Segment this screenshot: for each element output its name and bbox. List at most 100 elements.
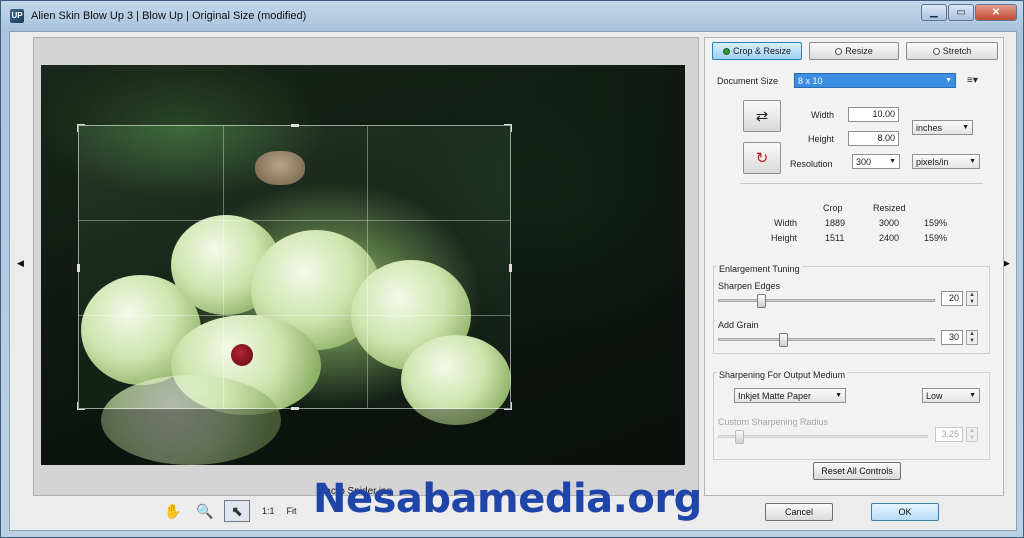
- window-title: Alien Skin Blow Up 3 | Blow Up | Origina…: [31, 10, 307, 22]
- zoom-1to1-button[interactable]: 1:1: [262, 506, 275, 516]
- divider: [740, 183, 983, 184]
- ok-button[interactable]: OK: [871, 503, 939, 521]
- crop-grid-line: [223, 126, 224, 408]
- stats-resized-value: 2400: [879, 233, 900, 243]
- resolution-units-select[interactable]: pixels/in ▼: [912, 154, 980, 169]
- app-window: UP Alien Skin Blow Up 3 | Blow Up | Orig…: [0, 0, 1024, 538]
- crop-handle-top[interactable]: [291, 124, 299, 127]
- stats-row-label: Width: [774, 218, 798, 228]
- add-grain-spinner[interactable]: ▲ ▼: [966, 330, 978, 345]
- units-value: inches: [916, 122, 943, 133]
- mode-label: Crop & Resize: [732, 46, 792, 56]
- resized-column-header: Resized: [873, 203, 906, 213]
- crop-handle-top-left[interactable]: [77, 124, 85, 132]
- close-button[interactable]: ✕: [975, 4, 1017, 21]
- units-select[interactable]: inches ▼: [912, 120, 973, 135]
- stats-percent-value: 159%: [924, 233, 948, 243]
- sharpen-edges-spinner[interactable]: ▲ ▼: [966, 291, 978, 306]
- custom-radius-slider-thumb: [735, 430, 744, 444]
- output-medium-value: Inkjet Matte Paper: [738, 390, 812, 401]
- mode-crop-resize-button[interactable]: Crop & Resize: [712, 42, 802, 60]
- height-input[interactable]: 8.00: [848, 131, 899, 146]
- crop-grid-line: [367, 126, 368, 408]
- mode-label: Resize: [845, 46, 873, 56]
- sharpening-strength-select[interactable]: Low ▼: [922, 388, 980, 403]
- sharpen-edges-input[interactable]: 20: [941, 291, 963, 306]
- chevron-down-icon: ▼: [835, 392, 842, 399]
- crop-shade: [511, 125, 685, 409]
- custom-radius-spinner: ▲ ▼: [966, 427, 978, 442]
- document-size-select[interactable]: 8 x 10 ▼: [794, 73, 956, 88]
- dialog-client-area: ◀ ▶ Macro Spider.jpg ✋ 🔍 ⬉ 1:1 Fit Crop …: [9, 31, 1017, 531]
- sharpen-edges-slider-thumb[interactable]: [757, 294, 767, 308]
- crop-shade: [41, 409, 685, 465]
- arrow-select-icon[interactable]: ⬉: [224, 500, 250, 522]
- resolution-select[interactable]: 300 ▼: [852, 154, 900, 169]
- output-medium-select[interactable]: Inkjet Matte Paper ▼: [734, 388, 846, 403]
- enlargement-tuning-title: Enlargement Tuning: [717, 264, 802, 274]
- title-bar[interactable]: UP Alien Skin Blow Up 3 | Blow Up | Orig…: [1, 1, 1023, 31]
- right-arrow-icon[interactable]: ▶: [1003, 258, 1010, 269]
- sharpening-strength-value: Low: [926, 390, 943, 401]
- sharpen-edges-slider[interactable]: [718, 299, 935, 302]
- reset-crop-icon[interactable]: ↻: [743, 142, 781, 174]
- crop-grid-line: [79, 315, 510, 316]
- window-controls: ▁ ▭ ✕: [921, 4, 1017, 21]
- radio-icon: [835, 47, 843, 55]
- magnifier-icon[interactable]: 🔍: [192, 500, 218, 522]
- add-grain-slider-thumb[interactable]: [779, 333, 789, 347]
- preview-image[interactable]: [41, 65, 685, 465]
- resolution-label: Resolution: [790, 159, 833, 169]
- custom-radius-slider: [718, 435, 928, 438]
- stats-row-label: Height: [771, 233, 798, 243]
- width-input[interactable]: 10.00: [848, 107, 899, 122]
- chevron-down-icon: ▼: [969, 392, 976, 399]
- crop-handle-right[interactable]: [509, 264, 512, 272]
- crop-column-header: Crop: [823, 203, 843, 213]
- crop-handle-top-right[interactable]: [504, 124, 512, 132]
- mode-resize-button[interactable]: Resize: [809, 42, 899, 60]
- swap-orientation-icon[interactable]: ⇄: [743, 100, 781, 132]
- stats-resized-value: 3000: [879, 218, 900, 228]
- stats-crop-value: 1889: [825, 218, 846, 228]
- crop-rectangle[interactable]: [77, 124, 512, 410]
- document-size-value: 8 x 10: [798, 75, 823, 86]
- custom-radius-input: 3.25: [935, 427, 963, 442]
- crop-grid-line: [79, 220, 510, 221]
- chevron-down-icon: ▼: [969, 158, 976, 165]
- chevron-down-icon: ▼: [889, 158, 896, 165]
- width-label: Width: [811, 110, 835, 120]
- preview-frame: Macro Spider.jpg: [33, 37, 699, 497]
- chevron-down-icon: ▼: [945, 77, 952, 84]
- zoom-fit-button[interactable]: Fit: [287, 506, 297, 516]
- crop-handle-bottom-right[interactable]: [504, 402, 512, 410]
- app-icon: UP: [10, 9, 24, 23]
- sharpen-edges-label: Sharpen Edges: [718, 281, 781, 291]
- reset-all-controls-button[interactable]: Reset All Controls: [813, 462, 901, 480]
- output-sharpening-title: Sharpening For Output Medium: [717, 370, 848, 380]
- radio-icon: [932, 47, 940, 55]
- stats-percent-value: 159%: [924, 218, 948, 228]
- crop-handle-bottom[interactable]: [291, 407, 299, 410]
- hand-icon[interactable]: ✋: [160, 500, 186, 522]
- output-sharpening-section: [713, 372, 990, 460]
- radio-icon: [722, 47, 730, 55]
- resolution-value: 300: [856, 156, 872, 167]
- crop-handle-left[interactable]: [77, 264, 80, 272]
- preset-menu-icon[interactable]: ≡▾: [967, 75, 978, 86]
- crop-shade: [41, 65, 685, 125]
- height-label: Height: [808, 134, 835, 144]
- mode-stretch-button[interactable]: Stretch: [906, 42, 998, 60]
- custom-radius-label: Custom Sharpening Radius: [718, 417, 829, 427]
- mode-label: Stretch: [942, 46, 972, 56]
- minimize-button[interactable]: ▁: [921, 4, 947, 21]
- maximize-button[interactable]: ▭: [948, 4, 974, 21]
- add-grain-label: Add Grain: [718, 320, 759, 330]
- crop-handle-bottom-left[interactable]: [77, 402, 85, 410]
- chevron-down-icon: ▼: [962, 124, 969, 131]
- settings-panel: Crop & Resize Resize Stretch Document Si…: [704, 37, 1004, 496]
- cancel-button[interactable]: Cancel: [765, 503, 833, 521]
- left-arrow-icon[interactable]: ◀: [17, 258, 24, 269]
- add-grain-input[interactable]: 30: [941, 330, 963, 345]
- add-grain-slider[interactable]: [718, 338, 935, 341]
